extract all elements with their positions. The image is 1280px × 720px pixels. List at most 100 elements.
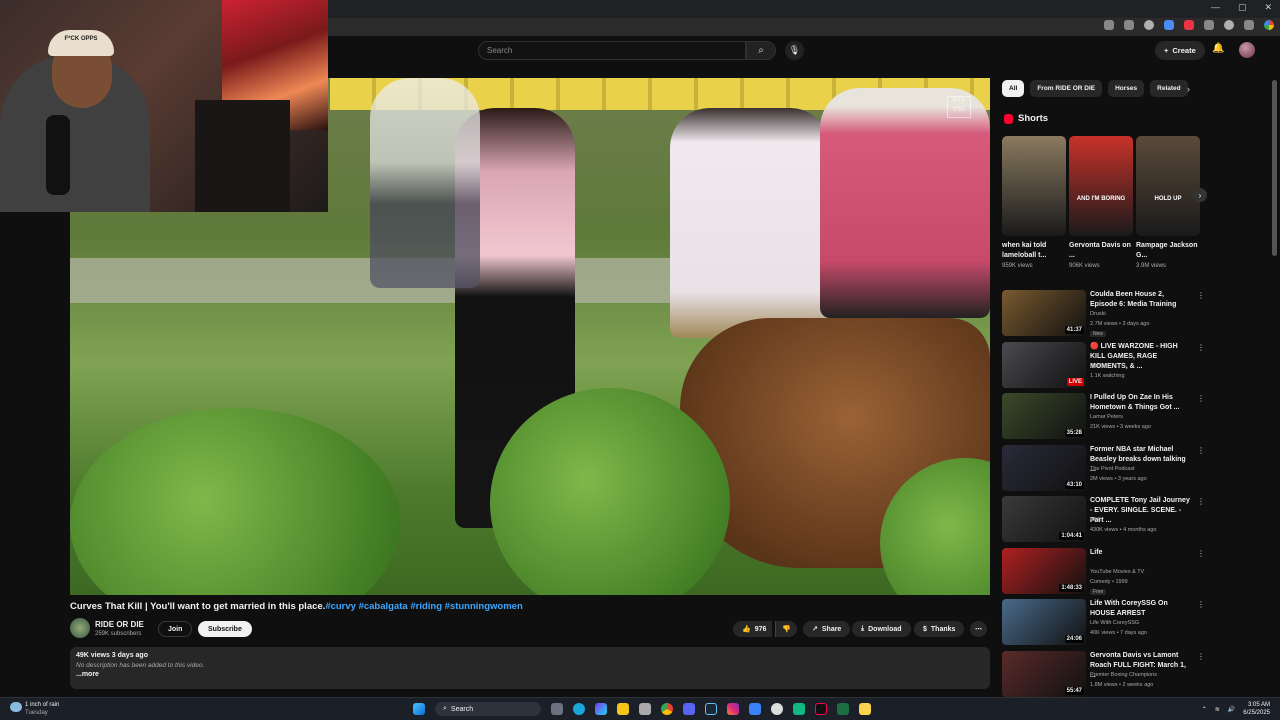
video-hashtags[interactable]: #curvy #cabalgata #riding #stunningwomen (325, 601, 522, 612)
chip-all[interactable]: All (1002, 80, 1025, 97)
chip-related[interactable]: Related (1150, 80, 1188, 97)
share-button[interactable]: ↗ Share (803, 621, 851, 637)
recommended-channel[interactable]: The Pivot Podcast (1090, 466, 1135, 472)
recommended-channel[interactable]: Ralfire (1090, 363, 1106, 369)
create-button[interactable]: + Create (1155, 41, 1205, 60)
recommended-video[interactable]: LIVE 🔴 LIVE WARZONE - HIGH KILL GAMES, RA… (1002, 341, 1205, 390)
more-vertical-icon[interactable]: ⋮ (1197, 446, 1205, 455)
windows-start-icon[interactable] (413, 703, 425, 715)
more-vertical-icon[interactable]: ⋮ (1197, 291, 1205, 300)
more-vertical-icon[interactable]: ⋮ (1197, 394, 1205, 403)
voice-search-button[interactable]: 🎙 (785, 41, 804, 60)
puzzle-icon[interactable] (1204, 20, 1214, 30)
notifications-bell-icon[interactable]: 🔔 (1212, 43, 1224, 54)
dislike-button[interactable]: 👎 (775, 621, 797, 637)
weather-icon[interactable] (10, 702, 22, 712)
recommended-video[interactable]: 41:37 Coulda Been House 2, Episode 6: Med… (1002, 290, 1205, 338)
steam-icon[interactable] (705, 703, 717, 715)
recommended-channel[interactable]: A&E (1090, 517, 1101, 523)
edge-icon[interactable] (573, 703, 585, 715)
extension-icon[interactable] (1104, 20, 1114, 30)
recommended-video[interactable]: 24:06 Life With CoreySSG On HOUSE ARREST L… (1002, 599, 1205, 647)
recommended-title[interactable]: I Pulled Up On Zae In His Hometown & Thi… (1090, 393, 1192, 413)
chrome-icon[interactable] (1264, 20, 1274, 30)
extension-icon[interactable] (1184, 20, 1194, 30)
search-button[interactable]: ⌕ (746, 41, 776, 60)
thanks-button[interactable]: $ Thanks (914, 621, 965, 637)
recommended-title[interactable]: Coulda Been House 2, Episode 6: Media Tr… (1090, 290, 1192, 310)
chevron-up-icon[interactable]: ⌃ (1202, 706, 1207, 713)
extension-icon[interactable] (1164, 20, 1174, 30)
more-menu-icon[interactable] (1244, 20, 1254, 30)
more-vertical-icon[interactable]: ⋮ (1197, 343, 1205, 352)
more-vertical-icon[interactable]: ⋮ (1197, 652, 1205, 661)
channel-avatar[interactable] (70, 618, 90, 638)
maximize-icon[interactable]: ▢ (1238, 2, 1247, 13)
search-input[interactable]: Search (478, 41, 746, 60)
account-avatar[interactable] (1239, 42, 1255, 58)
instagram-icon[interactable] (727, 703, 739, 715)
subscribe-button[interactable]: Subscribe (198, 621, 252, 637)
channel-name[interactable]: RIDE OR DIE (95, 620, 144, 629)
recommended-channel[interactable]: Life With CoreySSG (1090, 620, 1139, 626)
short-title[interactable]: when kai told lameloball t... (1002, 241, 1066, 261)
excel-icon[interactable] (837, 703, 849, 715)
recommended-thumbnail[interactable]: 24:06 (1002, 599, 1086, 645)
clock[interactable]: 3:05 AM 6/25/2025 (1243, 701, 1270, 717)
profile-avatar-icon[interactable] (1224, 20, 1234, 30)
sticky-notes-icon[interactable] (859, 703, 871, 715)
discord-icon[interactable] (683, 703, 695, 715)
download-button[interactable]: ⤓ Download (852, 621, 911, 637)
app-icon[interactable] (749, 703, 761, 715)
description-more-link[interactable]: ...more (76, 671, 984, 678)
task-view-icon[interactable] (551, 703, 563, 715)
like-button[interactable]: 👍 976 (733, 621, 773, 637)
app-icon[interactable] (793, 703, 805, 715)
chip-horses[interactable]: Horses (1108, 80, 1145, 97)
more-vertical-icon[interactable]: ⋮ (1197, 549, 1205, 558)
recommended-video[interactable]: 35:28 I Pulled Up On Zae In His Hometown … (1002, 393, 1205, 441)
recommended-channel[interactable]: Druski (1090, 311, 1106, 317)
recommended-video[interactable]: 43:10 Former NBA star Michael Beasley bre… (1002, 444, 1205, 493)
recommended-thumbnail[interactable]: 55:47 (1002, 650, 1086, 697)
recommended-thumbnail[interactable]: 1:04:41 (1002, 496, 1086, 542)
short-title[interactable]: Rampage Jackson G... (1136, 241, 1200, 261)
recommended-title[interactable]: COMPLETE Tony Jail Journey - EVERY. SING… (1090, 496, 1192, 526)
short-card[interactable]: when kai told lameloball t... 959K views (1002, 136, 1066, 269)
recommended-thumbnail[interactable]: LIVE (1002, 341, 1086, 388)
more-vertical-icon[interactable]: ⋮ (1197, 600, 1205, 609)
recommended-thumbnail[interactable]: 35:28 (1002, 393, 1086, 439)
description-box[interactable]: 49K views 3 days ago No description has … (70, 647, 990, 689)
shorts-next-chevron-icon[interactable]: › (1193, 188, 1207, 202)
short-card[interactable]: HOLD UP Rampage Jackson G... 3.9M views (1136, 136, 1200, 269)
bookmark-star-icon[interactable] (1144, 20, 1154, 30)
file-explorer-icon[interactable] (617, 703, 629, 715)
more-actions-button[interactable]: ⋯ (970, 621, 987, 637)
more-vertical-icon[interactable]: ⋮ (1197, 497, 1205, 506)
chrome-icon[interactable] (661, 703, 673, 715)
page-scrollbar[interactable] (1272, 80, 1277, 256)
recommended-video[interactable]: 1:04:41 COMPLETE Tony Jail Journey - EVER… (1002, 496, 1205, 544)
chip-from-channel[interactable]: From RIDE OR DIE (1030, 80, 1103, 97)
tiktok-icon[interactable] (815, 703, 827, 715)
extension-icon[interactable] (1124, 20, 1134, 30)
join-button[interactable]: Join (158, 621, 193, 637)
recommended-video[interactable]: 1:48:33 Life YouTube Movies & TV Comedy • 1… (1002, 547, 1205, 596)
recommended-title[interactable]: Life With CoreySSG On HOUSE ARREST (1090, 599, 1192, 619)
recommended-thumbnail[interactable]: 43:10 (1002, 444, 1086, 491)
short-thumbnail[interactable] (1002, 136, 1066, 236)
short-title[interactable]: Gervonta Davis on ... (1069, 241, 1133, 261)
chevron-right-icon[interactable]: › (1187, 84, 1190, 94)
openai-icon[interactable] (771, 703, 783, 715)
volume-icon[interactable]: 🔊 (1228, 706, 1235, 713)
recommended-title[interactable]: Life (1090, 548, 1192, 558)
short-card[interactable]: AND I'M BORING Gervonta Davis on ... 906K … (1069, 136, 1133, 269)
recommended-channel[interactable]: YouTube Movies & TV (1090, 569, 1144, 575)
calendar-icon[interactable] (639, 703, 651, 715)
recommended-channel[interactable]: Premier Boxing Champions (1090, 672, 1157, 678)
recommended-thumbnail[interactable]: 1:48:33 (1002, 547, 1086, 594)
recommended-thumbnail[interactable]: 41:37 (1002, 290, 1086, 336)
short-thumbnail[interactable]: AND I'M BORING (1069, 136, 1133, 236)
recommended-video[interactable]: 55:47 Gervonta Davis vs Lamont Roach FULL… (1002, 650, 1205, 699)
wifi-icon[interactable]: ≋ (1215, 706, 1220, 713)
